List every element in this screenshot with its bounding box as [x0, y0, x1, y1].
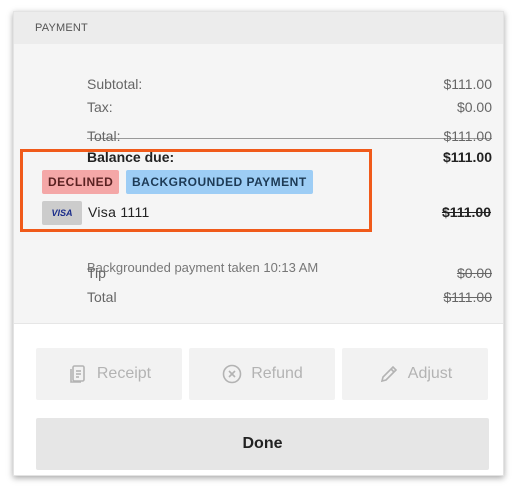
total-value: $111.00 — [443, 128, 492, 144]
payment-total-value: $111.00 — [443, 289, 492, 305]
backgrounded-payment-badge: BACKGROUNDED PAYMENT — [126, 170, 313, 194]
section-header: PAYMENT — [14, 12, 503, 44]
subtotal-value: $111.00 — [443, 76, 492, 92]
tip-row: Tip $0.00 — [87, 263, 492, 283]
adjust-label: Adjust — [407, 365, 453, 382]
tax-row: Tax: $0.00 — [87, 97, 492, 117]
done-button[interactable]: Done — [36, 418, 489, 470]
cancel-circle-icon — [221, 363, 243, 385]
refund-label: Refund — [251, 365, 303, 382]
pencil-icon — [378, 363, 400, 385]
visa-card-icon: VISA — [42, 201, 82, 225]
receipt-label: Receipt — [96, 365, 152, 382]
receipt-icon — [67, 363, 89, 385]
balance-value: $111.00 — [442, 149, 492, 165]
payment-total-label: Total — [87, 289, 117, 305]
declined-badge: DECLINED — [42, 170, 120, 194]
card-label: Visa 1111 — [88, 204, 150, 220]
actions-panel: Receipt Refund Adjust Done — [14, 323, 503, 475]
card-amount: $111.00 — [441, 204, 491, 220]
adjust-button[interactable]: Adjust — [342, 348, 488, 400]
subtotal-row: Subtotal: $111.00 — [87, 74, 492, 94]
payment-total-row: Total $111.00 — [87, 287, 492, 307]
tax-label: Tax: — [87, 99, 113, 115]
balance-label: Balance due: — [87, 149, 175, 165]
receipt-button[interactable]: Receipt — [36, 348, 182, 400]
tax-value: $0.00 — [456, 99, 492, 115]
total-label: Total: — [87, 128, 121, 144]
refund-button[interactable]: Refund — [189, 348, 335, 400]
tip-value: $0.00 — [456, 265, 492, 281]
payment-card: PAYMENT Subtotal: $111.00 Tax: $0.00 Tot… — [13, 11, 504, 476]
tip-label: Tip — [87, 265, 106, 281]
total-row: Total: $111.00 — [87, 126, 492, 146]
balance-row: Balance due: $111.00 — [87, 147, 492, 167]
subtotal-label: Subtotal: — [87, 76, 143, 92]
